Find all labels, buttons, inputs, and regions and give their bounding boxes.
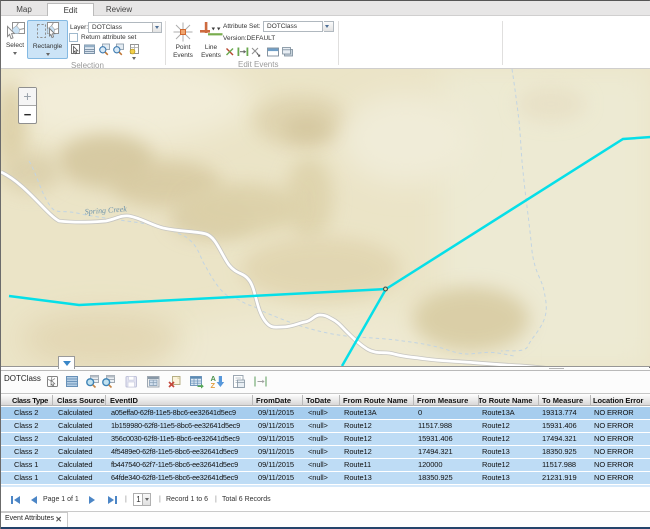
svg-text:Z: Z xyxy=(210,381,215,389)
